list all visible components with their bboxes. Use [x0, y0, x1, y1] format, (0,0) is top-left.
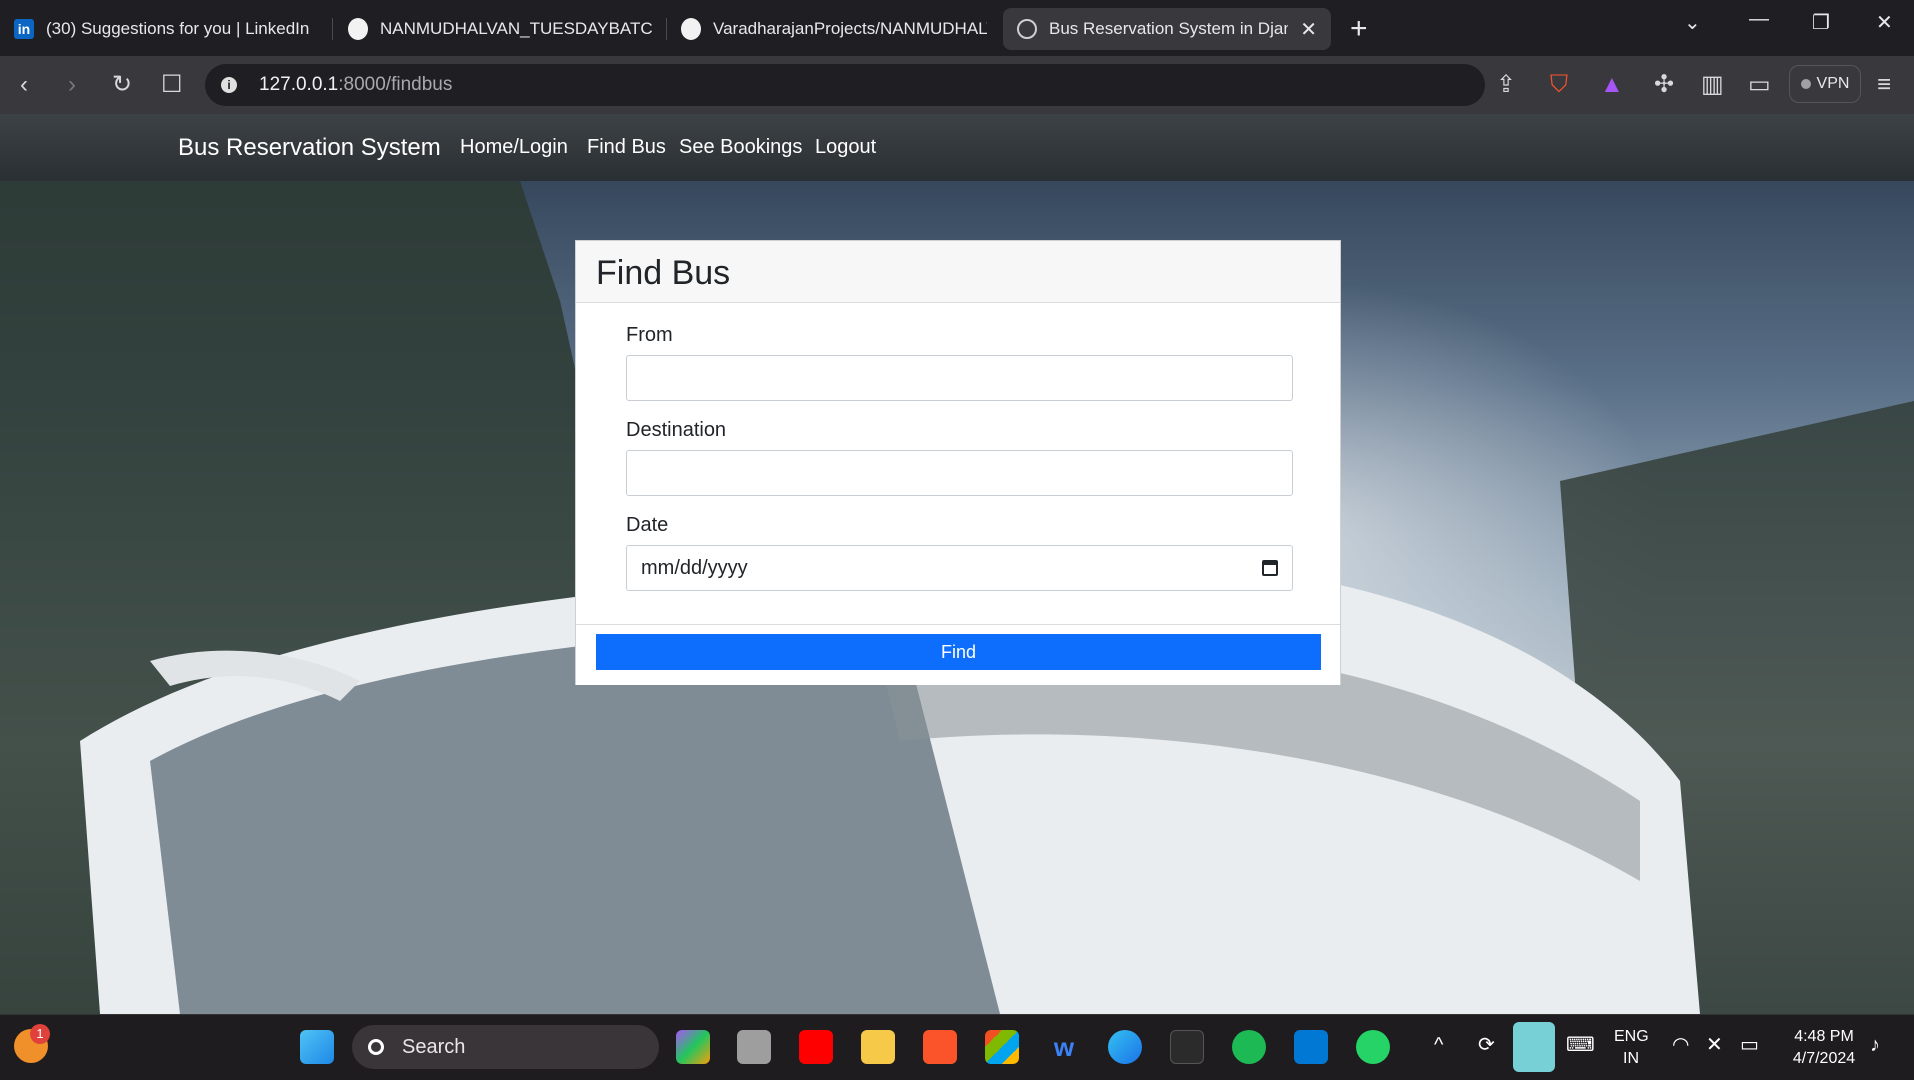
site-navbar: Bus Reservation System Home/Login Find B… [0, 114, 1914, 181]
url-path: :8000/findbus [338, 74, 453, 95]
youtube-icon[interactable] [799, 1030, 833, 1064]
date-input[interactable]: mm/dd/yyyy [626, 545, 1293, 591]
file-explorer-icon[interactable] [861, 1030, 895, 1064]
menu-icon[interactable]: ≡ [1877, 71, 1891, 99]
tab-title: NANMUDHALVAN_TUESDAYBATCH_ [380, 19, 654, 38]
find-button[interactable]: Find [596, 634, 1321, 670]
vpn-status-icon [1800, 79, 1811, 89]
card-title: Find Bus [596, 254, 731, 292]
tab-search-chevron-icon[interactable]: ⌄ [1684, 10, 1701, 35]
date-label: Date [626, 514, 669, 536]
taskbar-search[interactable]: Search [352, 1025, 659, 1069]
battery-icon[interactable]: ▭ [1740, 1034, 1759, 1056]
reload-icon[interactable]: ↻ [112, 71, 132, 99]
edge-icon[interactable] [1108, 1030, 1142, 1064]
clock-time: 4:48 PM [1794, 1028, 1854, 1045]
nav-home-login[interactable]: Home/Login [460, 136, 568, 159]
brave-shields-icon[interactable]: ⛉ [1550, 71, 1568, 99]
tab-title: Bus Reservation System in Djang [1049, 19, 1289, 38]
back-icon[interactable]: ‹ [20, 71, 28, 99]
search-icon [368, 1039, 384, 1055]
close-tab-icon[interactable]: ✕ [1300, 17, 1317, 42]
show-hidden-icons-chevron-icon[interactable]: ^ [1434, 1034, 1443, 1056]
copilot-icon[interactable] [676, 1030, 710, 1064]
browser-titlebar: in (30) Suggestions for you | LinkedIn N… [0, 0, 1914, 56]
restore-button[interactable]: ❐ [1812, 10, 1830, 35]
new-tab-button[interactable]: + [1350, 12, 1368, 46]
extensions-icon[interactable]: ✣ [1654, 71, 1674, 99]
windows-start-icon[interactable] [300, 1030, 334, 1064]
url-host: 127.0.0.1 [259, 74, 339, 95]
language-line2: IN [1623, 1050, 1639, 1067]
forward-icon[interactable]: › [68, 71, 76, 99]
search-label: Search [402, 1035, 466, 1058]
github-icon [348, 18, 368, 40]
tab-title: (30) Suggestions for you | LinkedIn [46, 19, 310, 38]
share-icon[interactable]: ⇪ [1496, 71, 1516, 99]
nav-see-bookings[interactable]: See Bookings [679, 136, 802, 159]
tab-linkedin[interactable]: in (30) Suggestions for you | LinkedIn [14, 8, 314, 50]
minimize-button[interactable]: — [1749, 8, 1769, 31]
language-indicator[interactable]: ENG IN [1614, 1026, 1649, 1070]
from-label: From [626, 324, 673, 346]
notifications-bell-icon[interactable]: ♪ [1870, 1034, 1880, 1056]
tab-divider [666, 18, 667, 40]
brave-rewards-icon[interactable]: ▲ [1600, 71, 1624, 99]
wifi-icon[interactable]: ◠ [1672, 1034, 1689, 1056]
tab-github-projects[interactable]: VaradharajanProjects/NANMUDHALV [681, 8, 987, 50]
whatsapp-icon[interactable] [1356, 1030, 1390, 1064]
date-placeholder: mm/dd/yyyy [641, 556, 748, 579]
github-icon [681, 18, 701, 40]
nav-find-bus[interactable]: Find Bus [587, 136, 666, 159]
destination-label: Destination [626, 419, 727, 441]
language-line1: ENG [1614, 1028, 1649, 1045]
volume-muted-icon[interactable]: ✕ [1706, 1034, 1723, 1056]
sync-icon[interactable]: ⟳ [1478, 1034, 1495, 1056]
bookmark-icon[interactable]: ☐ [161, 71, 183, 99]
find-bus-card: Find Bus From Destination Date mm/dd/yyy… [575, 240, 1341, 685]
close-window-button[interactable]: ✕ [1876, 10, 1893, 35]
address-bar[interactable]: i 127.0.0.1 :8000/findbus [205, 64, 1485, 106]
tab-divider [332, 18, 333, 40]
clock[interactable]: 4:48 PM 4/7/2024 [1784, 1026, 1864, 1070]
task-view-icon[interactable] [737, 1030, 771, 1064]
vpn-label: VPN [1816, 75, 1850, 92]
site-info-icon[interactable]: i [221, 77, 237, 93]
linkedin-icon: in [14, 19, 34, 39]
winamp-icon[interactable]: w [1047, 1030, 1081, 1064]
sidebar-icon[interactable]: ▥ [1701, 71, 1724, 99]
globe-icon [1017, 19, 1037, 39]
brand-link[interactable]: Bus Reservation System [178, 134, 441, 162]
terminal-icon[interactable] [1170, 1030, 1204, 1064]
microphone-icon[interactable] [1513, 1022, 1555, 1072]
card-footer: Find [576, 624, 1340, 685]
nav-logout[interactable]: Logout [815, 136, 876, 159]
spotify-icon[interactable] [1232, 1030, 1266, 1064]
vscode-icon[interactable] [1294, 1030, 1328, 1064]
tab-bus-reservation[interactable]: Bus Reservation System in Djang ✕ [1003, 8, 1331, 50]
vpn-button[interactable]: VPN [1789, 65, 1861, 103]
wallet-icon[interactable]: ▭ [1748, 71, 1771, 99]
from-input[interactable] [626, 355, 1293, 401]
page-viewport: Bus Reservation System Home/Login Find B… [0, 114, 1914, 1014]
destination-input[interactable] [626, 450, 1293, 496]
keyboard-icon[interactable]: ⌨ [1566, 1034, 1595, 1056]
clock-date: 4/7/2024 [1792, 1050, 1856, 1067]
notification-badge: 1 [30, 1024, 50, 1044]
calendar-icon[interactable] [1262, 560, 1278, 576]
tab-github-batch[interactable]: NANMUDHALVAN_TUESDAYBATCH_ [348, 8, 654, 50]
tab-title: VaradharajanProjects/NANMUDHALV [713, 19, 987, 38]
brave-browser-icon[interactable] [923, 1030, 957, 1064]
microsoft-store-icon[interactable] [985, 1030, 1019, 1064]
